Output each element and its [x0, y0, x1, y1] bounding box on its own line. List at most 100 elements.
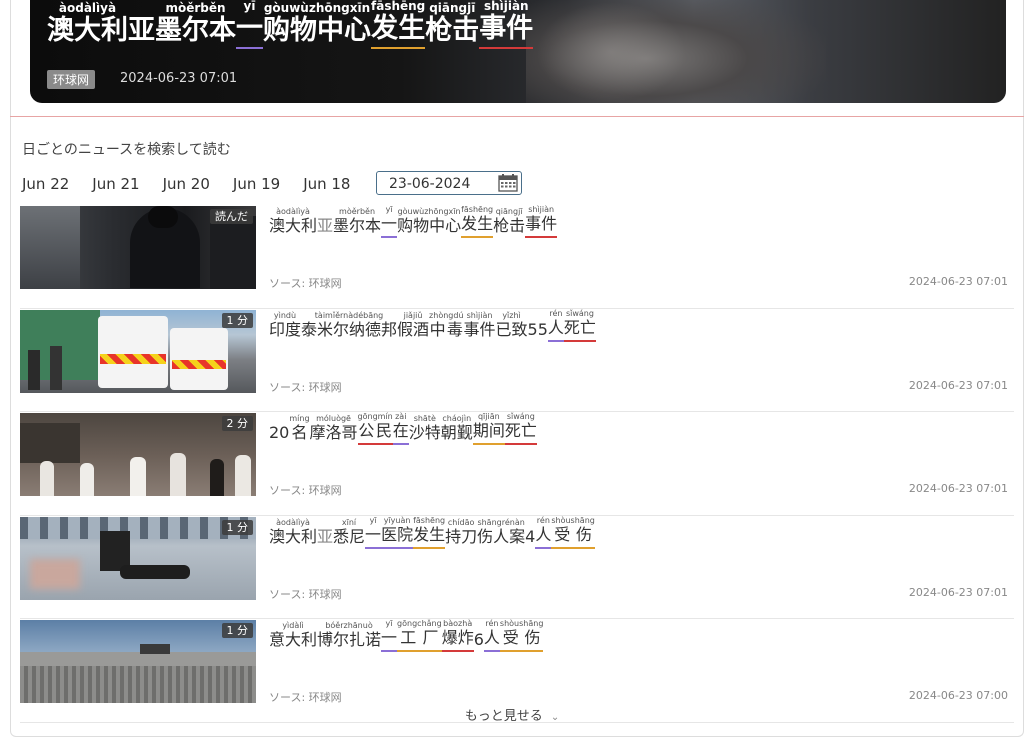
pinyin: sǐwáng: [563, 308, 596, 318]
calendar-icon[interactable]: [498, 174, 518, 192]
pinyin: yīyuàn: [381, 515, 414, 525]
word-token[interactable]: 事件shìjiàn: [479, 0, 534, 50]
word-token[interactable]: 沙特shātè: [409, 414, 441, 445]
word-token[interactable]: 医院yīyuàn: [381, 515, 414, 549]
word-token[interactable]: 意大利yìdàlì: [269, 621, 317, 652]
article-thumbnail[interactable]: 1 分: [20, 309, 256, 393]
word-text: 工厂: [397, 628, 442, 647]
word-token[interactable]: 已致yǐzhì: [496, 311, 528, 342]
date-input[interactable]: [387, 175, 501, 193]
word-text: 一: [236, 13, 263, 44]
article-title[interactable]: 澳大利àodàlìyà 亚悉尼xīní 一yī 医院yīyuàn 发生fāshēng 持刀…: [269, 516, 595, 549]
article-thumbnail[interactable]: 2 分: [20, 413, 256, 496]
word-token[interactable]: 伤人案shāngrénàn: [477, 518, 525, 549]
word-token[interactable]: 爆炸bàozhà: [441, 619, 474, 652]
pinyin: rén: [535, 515, 552, 525]
pinyin: móluògē: [309, 414, 358, 423]
reading-time-badge: 1 分: [221, 312, 253, 328]
word-token[interactable]: 澳大利àodàlìyà: [269, 518, 317, 549]
article-thumbnail[interactable]: 読んだ: [20, 206, 256, 289]
word-token[interactable]: 悉尼xīní: [333, 518, 365, 549]
word-token[interactable]: 印度yìndù: [269, 311, 301, 342]
word-token[interactable]: 朝觐cháojìn: [441, 414, 473, 445]
word-token[interactable]: 人rén: [547, 309, 564, 342]
word-text: 泰米尔纳德邦: [301, 319, 398, 339]
word-token[interactable]: 澳大利àodàlìyà: [47, 1, 128, 49]
pinyin: yī: [236, 0, 263, 13]
word-text: 澳大利: [269, 526, 318, 546]
word-token[interactable]: 持刀chídāo: [445, 518, 477, 549]
article-item[interactable]: 1 分澳大利àodàlìyà 亚悉尼xīní 一yī 医院yīyuàn 发生fāshēn…: [20, 516, 1014, 619]
word-token[interactable]: 人rén: [483, 619, 500, 652]
article-item[interactable]: 1 分印度yìndù 泰米尔纳德邦tàimǐěrnàdébāng 假酒jiǎjiǔ 中…: [20, 309, 1014, 412]
word-token[interactable]: 公民gōngmín: [357, 412, 393, 445]
day-tab[interactable]: Jun 20: [163, 175, 210, 193]
word-text: 公民: [357, 421, 393, 440]
hero-title[interactable]: 澳大利àodàlìyà 亚墨尔本mòěrběn 一yī 购物中心gòuwùzhōngx…: [47, 0, 534, 50]
word-token[interactable]: 一yī: [236, 0, 263, 50]
word-token[interactable]: 泰米尔纳德邦tàimǐěrnàdébāng: [301, 311, 397, 342]
word-token[interactable]: 枪击qiāngjī: [425, 1, 480, 49]
hero-banner[interactable]: 澳大利àodàlìyà 亚墨尔本mòěrběn 一yī 购物中心gòuwùzhōngx…: [30, 0, 1006, 103]
word-token[interactable]: 死亡sǐwáng: [563, 308, 596, 342]
article-title[interactable]: 澳大利àodàlìyà 亚墨尔本mòěrběn 一yī 购物中心gòuwùzhōngx…: [269, 205, 558, 238]
word-token[interactable]: 中毒zhòngdú: [429, 311, 463, 342]
article-thumbnail[interactable]: 1 分: [20, 620, 256, 703]
article-title[interactable]: 印度yìndù 泰米尔纳德邦tàimǐěrnàdébāng 假酒jiǎjiǔ 中毒zh…: [269, 309, 596, 342]
word-token[interactable]: 发生fāshēng: [461, 205, 494, 238]
word-token[interactable]: 一yī: [365, 515, 382, 549]
word-token[interactable]: 摩洛哥móluògē: [310, 414, 358, 445]
pinyin: qījiān: [472, 412, 505, 421]
day-tab[interactable]: Jun 19: [233, 175, 280, 193]
word-token[interactable]: 博尔扎诺bóěrzhānuò: [317, 621, 381, 652]
word-text: 亚: [317, 526, 334, 546]
divider: [10, 116, 1024, 117]
pinyin: shìjiàn: [525, 205, 558, 214]
word-token[interactable]: 受伤shòushāng: [499, 619, 544, 652]
word-token[interactable]: 工厂gōngchǎng: [397, 619, 442, 652]
word-token[interactable]: 事件shìjiàn: [464, 311, 496, 342]
pinyin: yī: [365, 515, 382, 525]
word-token[interactable]: 购物中心gòuwùzhōngxīn: [397, 207, 461, 238]
word-token[interactable]: 期间qījiān: [472, 412, 505, 445]
day-tabs: Jun 22 Jun 21 Jun 20 Jun 19 Jun 18: [22, 175, 373, 193]
word-text: 澳大利: [47, 15, 128, 46]
word-text: 中毒: [429, 319, 464, 339]
article-item[interactable]: 読んだ 澳大利àodàlìyà 亚墨尔本mòěrběn 一yī 购物中心gòuwùzhō…: [20, 205, 1014, 309]
word-token[interactable]: 在zài: [392, 412, 409, 445]
word-token[interactable]: 墨尔本mòěrběn: [155, 1, 236, 49]
article-thumbnail[interactable]: 1 分: [20, 516, 256, 600]
word-text: 枪击: [425, 15, 480, 46]
word-token[interactable]: 事件shìjiàn: [525, 205, 558, 238]
word-token[interactable]: 名míng: [289, 414, 309, 445]
date-picker[interactable]: [376, 171, 522, 195]
day-tab[interactable]: Jun 22: [22, 175, 69, 193]
word-token[interactable]: 受伤shòushāng: [551, 516, 595, 549]
pinyin: gòuwùzhōngxīn: [397, 207, 462, 216]
article-title[interactable]: 20 名míng 摩洛哥móluògē 公民gōngmín 在zài 沙特shātè 朝觐c…: [269, 412, 537, 445]
word-text: 爆炸: [441, 628, 474, 647]
day-tab[interactable]: Jun 18: [303, 175, 350, 193]
word-token[interactable]: 死亡sǐwáng: [504, 412, 537, 445]
pinyin: àodàlìyà: [47, 1, 128, 15]
word-text: 6: [473, 630, 484, 649]
word-token[interactable]: 澳大利àodàlìyà: [269, 207, 317, 238]
word-token[interactable]: 人rén: [535, 515, 552, 549]
word-token[interactable]: 一yī: [381, 619, 398, 652]
word-token[interactable]: 发生fāshēng: [413, 516, 446, 549]
show-more-button[interactable]: もっと見せる ⌄: [0, 705, 1024, 724]
word-token[interactable]: 购物中心gòuwùzhōngxīn: [263, 1, 371, 49]
word-token[interactable]: 墨尔本mòěrběn: [333, 207, 381, 238]
word-token[interactable]: 一yī: [381, 205, 398, 238]
article-source: ソース: 环球网: [269, 691, 342, 704]
word-text: 墨尔本: [155, 15, 236, 46]
word-token[interactable]: 枪击qiāngjī: [493, 207, 525, 238]
day-tab[interactable]: Jun 21: [92, 175, 139, 193]
word-text: 在: [392, 421, 409, 440]
word-token[interactable]: 假酒jiǎjiǔ: [397, 311, 429, 342]
word-token[interactable]: 发生fāshēng: [371, 0, 426, 50]
article-title[interactable]: 意大利yìdàlì 博尔扎诺bóěrzhānuò 一yī 工厂gōngchǎng 爆炸b…: [269, 619, 544, 652]
word-text: 已致: [495, 319, 528, 339]
word-text: 伤人案: [477, 526, 526, 546]
article-item[interactable]: 2 分 20 名míng 摩洛哥móluògē 公民gōngmín 在zài 沙特shātè…: [20, 412, 1014, 516]
